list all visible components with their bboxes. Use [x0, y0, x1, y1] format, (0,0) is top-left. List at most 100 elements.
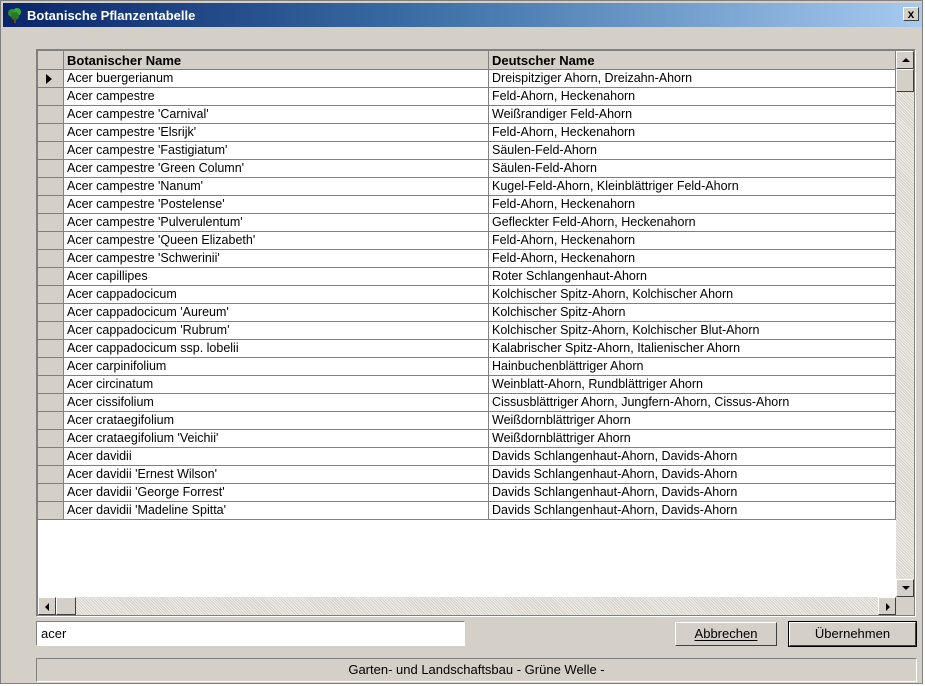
cell-botanical-name[interactable]: Acer campestre 'Postelense' [64, 196, 489, 214]
table-row[interactable]: Acer campestre 'Fastigiatum' Säulen-Feld-… [38, 142, 896, 160]
column-header-botanical[interactable]: Botanischer Name [64, 51, 489, 70]
cell-botanical-name[interactable]: Acer campestre 'Carnival' [64, 106, 489, 124]
cell-german-name[interactable]: Weißrandiger Feld-Ahorn [489, 106, 896, 124]
row-indicator[interactable] [38, 358, 64, 376]
cell-botanical-name[interactable]: Acer crataegifolium [64, 412, 489, 430]
cell-german-name[interactable]: Feld-Ahorn, Heckenahorn [489, 232, 896, 250]
cell-botanical-name[interactable]: Acer campestre 'Elsrijk' [64, 124, 489, 142]
cell-botanical-name[interactable]: Acer capillipes [64, 268, 489, 286]
cell-german-name[interactable]: Davids Schlangenhaut-Ahorn, Davids-Ahorn [489, 484, 896, 502]
cell-german-name[interactable]: Weinblatt-Ahorn, Rundblättriger Ahorn [489, 376, 896, 394]
scroll-right-button[interactable] [878, 597, 896, 615]
table-row[interactable]: Acer campestre 'Carnival' Weißrandiger Fe… [38, 106, 896, 124]
cell-german-name[interactable]: Weißdornblättriger Ahorn [489, 430, 896, 448]
cell-german-name[interactable]: Feld-Ahorn, Heckenahorn [489, 196, 896, 214]
table-row[interactable]: Acer circinatum Weinblatt-Ahorn, Rundblät… [38, 376, 896, 394]
apply-button[interactable]: Übernehmen [788, 621, 917, 647]
vertical-scroll-thumb[interactable] [896, 69, 914, 92]
table-row[interactable]: Acer cappadocicum 'Rubrum' Kolchischer Sp… [38, 322, 896, 340]
cell-german-name[interactable]: Kolchischer Spitz-Ahorn [489, 304, 896, 322]
table-row[interactable]: Acer cissifolium Cissusblättriger Ahorn, … [38, 394, 896, 412]
cell-german-name[interactable]: Feld-Ahorn, Heckenahorn [489, 124, 896, 142]
row-indicator[interactable] [38, 484, 64, 502]
search-input[interactable] [36, 621, 465, 646]
row-indicator[interactable] [38, 196, 64, 214]
cell-botanical-name[interactable]: Acer cappadocicum ssp. lobelii [64, 340, 489, 358]
row-indicator[interactable] [38, 160, 64, 178]
cell-botanical-name[interactable]: Acer circinatum [64, 376, 489, 394]
table-row[interactable]: Acer davidii 'Madeline Spitta' Davids Sch… [38, 502, 896, 520]
table-row[interactable]: Acer campestre Feld-Ahorn, Heckenahorn [38, 88, 896, 106]
row-indicator[interactable] [38, 412, 64, 430]
cell-german-name[interactable]: Säulen-Feld-Ahorn [489, 142, 896, 160]
cancel-button[interactable]: Abbrechen [675, 622, 777, 646]
cell-german-name[interactable]: Kolchischer Spitz-Ahorn, Kolchischer Blu… [489, 322, 896, 340]
title-bar[interactable]: Botanische Pflanzentabelle x [3, 3, 922, 27]
row-indicator[interactable] [38, 268, 64, 286]
table-row[interactable]: Acer buergerianum Dreispitziger Ahorn, Dr… [38, 70, 896, 88]
row-indicator[interactable] [38, 448, 64, 466]
row-indicator[interactable] [38, 502, 64, 520]
vertical-scrollbar[interactable] [896, 51, 914, 597]
row-indicator[interactable] [38, 250, 64, 268]
cell-german-name[interactable]: Kalabrischer Spitz-Ahorn, Italienischer … [489, 340, 896, 358]
horizontal-scrollbar[interactable] [38, 597, 896, 615]
cell-german-name[interactable]: Davids Schlangenhaut-Ahorn, Davids-Ahorn [489, 502, 896, 520]
cell-german-name[interactable]: Roter Schlangenhaut-Ahorn [489, 268, 896, 286]
row-indicator[interactable] [38, 178, 64, 196]
cell-botanical-name[interactable]: Acer cappadocicum 'Rubrum' [64, 322, 489, 340]
cell-german-name[interactable]: Davids Schlangenhaut-Ahorn, Davids-Ahorn [489, 466, 896, 484]
cell-botanical-name[interactable]: Acer campestre [64, 88, 489, 106]
cell-german-name[interactable]: Cissusblättriger Ahorn, Jungfern-Ahorn, … [489, 394, 896, 412]
row-indicator[interactable] [38, 466, 64, 484]
cell-german-name[interactable]: Feld-Ahorn, Heckenahorn [489, 250, 896, 268]
cell-botanical-name[interactable]: Acer davidii 'Madeline Spitta' [64, 502, 489, 520]
table-row[interactable]: Acer campestre 'Schwerinii' Feld-Ahorn, H… [38, 250, 896, 268]
table-row[interactable]: Acer campestre 'Green Column' Säulen-Feld… [38, 160, 896, 178]
cell-german-name[interactable]: Dreispitziger Ahorn, Dreizahn-Ahorn [489, 70, 896, 88]
row-indicator[interactable] [38, 106, 64, 124]
row-indicator[interactable] [38, 430, 64, 448]
cell-german-name[interactable]: Davids Schlangenhaut-Ahorn, Davids-Ahorn [489, 448, 896, 466]
table-row[interactable]: Acer campestre 'Elsrijk' Feld-Ahorn, Heck… [38, 124, 896, 142]
cell-botanical-name[interactable]: Acer campestre 'Green Column' [64, 160, 489, 178]
cell-botanical-name[interactable]: Acer carpinifolium [64, 358, 489, 376]
cell-german-name[interactable]: Kolchischer Spitz-Ahorn, Kolchischer Aho… [489, 286, 896, 304]
cell-botanical-name[interactable]: Acer campestre 'Pulverulentum' [64, 214, 489, 232]
row-indicator[interactable] [38, 88, 64, 106]
cell-botanical-name[interactable]: Acer buergerianum [64, 70, 489, 88]
cell-botanical-name[interactable]: Acer campestre 'Queen Elizabeth' [64, 232, 489, 250]
scroll-down-button[interactable] [896, 579, 914, 597]
cell-botanical-name[interactable]: Acer davidii [64, 448, 489, 466]
table-row[interactable]: Acer cappadocicum ssp. lobelii Kalabrisch… [38, 340, 896, 358]
horizontal-scroll-thumb[interactable] [56, 597, 76, 615]
cell-botanical-name[interactable]: Acer cissifolium [64, 394, 489, 412]
row-indicator[interactable] [38, 286, 64, 304]
scroll-left-button[interactable] [38, 597, 56, 615]
row-indicator[interactable] [38, 394, 64, 412]
cell-german-name[interactable]: Kugel-Feld-Ahorn, Kleinblättriger Feld-A… [489, 178, 896, 196]
cell-botanical-name[interactable]: Acer cappadocicum 'Aureum' [64, 304, 489, 322]
table-row[interactable]: Acer davidii 'Ernest Wilson' Davids Schla… [38, 466, 896, 484]
row-indicator[interactable] [38, 70, 64, 88]
row-indicator[interactable] [38, 322, 64, 340]
close-button[interactable]: x [903, 7, 919, 21]
cell-german-name[interactable]: Weißdornblättriger Ahorn [489, 412, 896, 430]
plant-table[interactable]: Botanischer Name Deutscher Name Acer bue… [36, 49, 916, 617]
row-indicator[interactable] [38, 124, 64, 142]
row-indicator[interactable] [38, 340, 64, 358]
cell-german-name[interactable]: Hainbuchenblättriger Ahorn [489, 358, 896, 376]
table-row[interactable]: Acer campestre 'Nanum' Kugel-Feld-Ahorn, … [38, 178, 896, 196]
cell-botanical-name[interactable]: Acer cappadocicum [64, 286, 489, 304]
table-row[interactable]: Acer cappadocicum Kolchischer Spitz-Ahorn… [38, 286, 896, 304]
row-indicator[interactable] [38, 214, 64, 232]
row-indicator[interactable] [38, 142, 64, 160]
cell-botanical-name[interactable]: Acer campestre 'Schwerinii' [64, 250, 489, 268]
table-row[interactable]: Acer campestre 'Postelense' Feld-Ahorn, H… [38, 196, 896, 214]
table-row[interactable]: Acer campestre 'Pulverulentum' Gefleckter… [38, 214, 896, 232]
row-indicator[interactable] [38, 304, 64, 322]
cell-botanical-name[interactable]: Acer crataegifolium 'Veichii' [64, 430, 489, 448]
column-header-german[interactable]: Deutscher Name [489, 51, 896, 70]
table-row[interactable]: Acer capillipes Roter Schlangenhaut-Ahorn [38, 268, 896, 286]
cell-botanical-name[interactable]: Acer campestre 'Fastigiatum' [64, 142, 489, 160]
